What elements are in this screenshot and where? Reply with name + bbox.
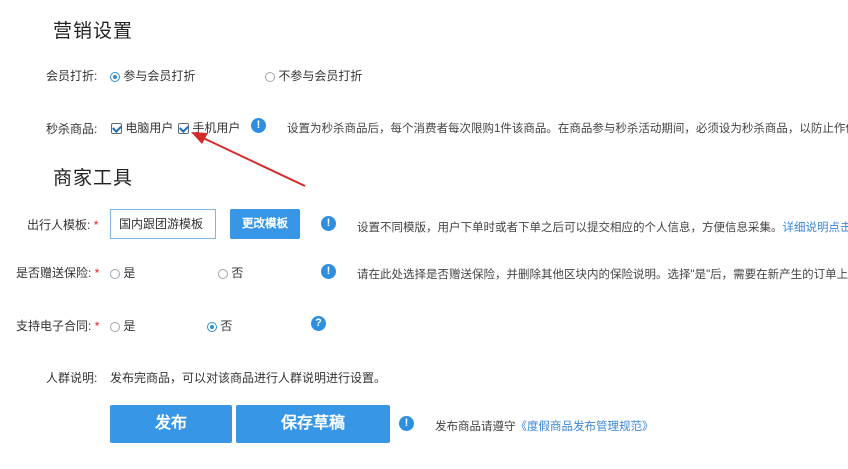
info-icon[interactable]: ! bbox=[399, 416, 414, 431]
template-details-link[interactable]: 详细说明点击 bbox=[783, 222, 848, 234]
insurance-label-text: 是否赠送保险: bbox=[16, 266, 92, 280]
template-hint-text: 设置不同模版，用户下单时或者下单之后可以提交相应的个人信息，方便信息采集。 bbox=[357, 222, 783, 234]
merchant-tools-section-title: 商家工具 bbox=[53, 168, 134, 189]
e-contract-label: 支持电子合同: * bbox=[16, 317, 99, 334]
change-template-button[interactable]: 更改模板 bbox=[230, 209, 300, 239]
e-contract-no-option[interactable]: 否 bbox=[207, 317, 232, 334]
pc-user-checkbox[interactable]: 电脑用户 bbox=[111, 119, 173, 136]
flash-sale-hint: 设置为秒杀商品后，每个消费者每次限购1件该商品。在商品参与秒杀活动期间，必须设为… bbox=[287, 123, 848, 135]
audience-text: 发布完商品，可以对该商品进行人群说明进行设置。 bbox=[110, 371, 387, 385]
marketing-section-title: 营销设置 bbox=[53, 21, 134, 42]
traveler-template-field[interactable]: 国内跟团游模板 bbox=[110, 209, 216, 239]
member-discount-no-label: 不参与会员打折 bbox=[278, 69, 363, 83]
radio-unselected-icon[interactable] bbox=[265, 71, 275, 82]
flash-sale-label: 秒杀商品: bbox=[46, 122, 98, 136]
red-arrow-annotation bbox=[191, 132, 306, 187]
publish-rules-link[interactable]: 《度假商品发布管理规范》 bbox=[516, 421, 654, 433]
e-contract-label-text: 支持电子合同: bbox=[16, 319, 92, 333]
audience-label: 人群说明: bbox=[46, 371, 98, 385]
radio-selected-icon[interactable] bbox=[110, 71, 120, 82]
member-discount-yes-option[interactable]: 参与会员打折 bbox=[110, 67, 195, 84]
info-icon[interactable]: ! bbox=[321, 216, 336, 231]
radio-selected-icon[interactable] bbox=[207, 321, 217, 332]
template-hint: 设置不同模版，用户下单时或者下单之后可以提交相应的个人信息，方便信息采集。详细说… bbox=[357, 219, 848, 235]
required-marker: * bbox=[94, 319, 100, 333]
publish-notice: 发布商品请遵守《度假商品发布管理规范》 bbox=[435, 418, 654, 434]
required-marker: * bbox=[93, 218, 99, 232]
e-contract-yes-label: 是 bbox=[123, 319, 136, 333]
e-contract-yes-option[interactable]: 是 bbox=[110, 317, 135, 334]
insurance-yes-option[interactable]: 是 bbox=[110, 264, 135, 281]
info-icon[interactable]: ! bbox=[321, 264, 336, 279]
required-marker: * bbox=[94, 266, 100, 280]
member-discount-label: 会员打折: bbox=[46, 69, 98, 83]
insurance-label: 是否赠送保险: * bbox=[16, 264, 99, 281]
member-discount-no-option[interactable]: 不参与会员打折 bbox=[265, 67, 362, 84]
member-discount-yes-label: 参与会员打折 bbox=[123, 69, 196, 83]
traveler-template-label: 出行人模板: * bbox=[27, 216, 98, 233]
publish-notice-text: 发布商品请遵守 bbox=[435, 421, 516, 433]
question-icon[interactable]: ? bbox=[311, 316, 326, 331]
arrow-shaft bbox=[200, 136, 306, 187]
radio-unselected-icon[interactable] bbox=[110, 268, 120, 279]
insurance-hint: 请在此处选择是否赠送保险，并删除其他区块内的保险说明。选择"是"后，需要在新产生… bbox=[357, 269, 848, 281]
insurance-yes-label: 是 bbox=[123, 266, 136, 280]
insurance-no-label: 否 bbox=[231, 266, 244, 280]
radio-unselected-icon[interactable] bbox=[110, 321, 120, 332]
e-contract-no-label: 否 bbox=[220, 319, 233, 333]
traveler-template-label-text: 出行人模板: bbox=[27, 218, 91, 232]
insurance-no-option[interactable]: 否 bbox=[218, 264, 243, 281]
save-draft-button[interactable]: 保存草稿 bbox=[236, 405, 390, 443]
pc-user-label: 电脑用户 bbox=[125, 121, 174, 135]
checkbox-checked-icon[interactable] bbox=[111, 123, 122, 135]
radio-unselected-icon[interactable] bbox=[218, 268, 228, 279]
publish-button[interactable]: 发布 bbox=[110, 405, 232, 443]
